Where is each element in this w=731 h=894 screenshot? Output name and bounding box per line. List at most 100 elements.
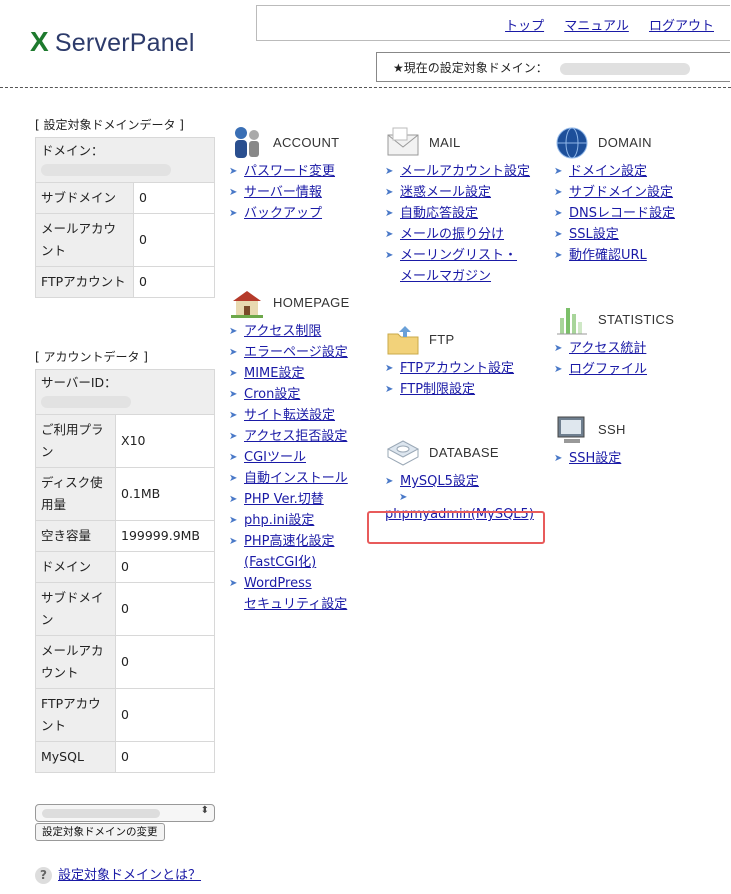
row-value: 0.1MB (115, 467, 215, 521)
link-access-limit[interactable]: アクセス制限 (244, 324, 321, 339)
change-domain-button[interactable]: 設定対象ドメインの変更 (35, 823, 165, 841)
row-key: サブドメイン (35, 182, 134, 214)
row-key: ディスク使用量 (35, 467, 116, 521)
row-key: FTPアカウント (35, 688, 116, 742)
link-mail-magazine[interactable]: メールマガジン (400, 269, 491, 284)
table-row: FTPアカウント 0 (35, 688, 215, 742)
row-key: メールアカウント (35, 213, 134, 267)
phpmyadmin-highlight-box (367, 511, 545, 544)
link-ssl-settings[interactable]: SSL設定 (569, 227, 619, 242)
link-auto-reply[interactable]: 自動応答設定 (400, 206, 478, 221)
link-spam[interactable]: 迷惑メール設定 (400, 185, 491, 200)
current-domain-value-redacted (559, 62, 690, 75)
link-php-ini[interactable]: php.ini設定 (244, 513, 314, 528)
database-icon (386, 440, 420, 466)
link-php-fastcgi[interactable]: PHP高速化設定 (244, 534, 334, 549)
current-domain-label: ★現在の設定対象ドメイン： (393, 61, 548, 75)
link-domain-settings[interactable]: ドメイン設定 (569, 164, 647, 179)
row-value: 0 (115, 688, 215, 742)
link-wordpress-security-2[interactable]: セキュリティ設定 (244, 597, 347, 612)
header: X ServerPanel トップ マニュアル ログアウト ★現在の設定対象ドメイ… (0, 0, 731, 88)
link-subdomain-settings[interactable]: サブドメイン設定 (569, 185, 673, 200)
link-cgi-tools[interactable]: CGIツール (244, 450, 306, 465)
link-mailing-list[interactable]: メーリングリスト・ (400, 248, 517, 263)
link-php-version[interactable]: PHP Ver.切替 (244, 492, 324, 507)
row-value: 0 (133, 266, 215, 298)
link-error-page[interactable]: エラーページ設定 (244, 345, 348, 360)
homepage-icon (231, 291, 263, 318)
section-account: ACCOUNT ➤ パスワード変更 ➤ サーバー情報 ➤ バックアップ (229, 125, 369, 224)
link-access-deny[interactable]: アクセス拒否設定 (244, 429, 347, 444)
logo[interactable]: X ServerPanel (30, 26, 195, 58)
nav-manual-link[interactable]: マニュアル (564, 19, 629, 34)
ftp-title: FTP (429, 332, 455, 347)
statistics-title: STATISTICS (598, 312, 675, 327)
link-check-url[interactable]: 動作確認URL (569, 248, 647, 263)
link-password-change[interactable]: パスワード変更 (244, 164, 335, 179)
row-key: 空き容量 (35, 520, 116, 552)
row-value: 0 (115, 635, 215, 689)
help-link[interactable]: 設定対象ドメインとは？ (58, 868, 201, 883)
row-value: 0 (115, 551, 215, 583)
row-value: 0 (115, 582, 215, 636)
row-key: ご利用プラン (35, 414, 116, 468)
link-cron[interactable]: Cron設定 (244, 387, 300, 402)
account-data-caption: [ アカウントデータ ] (35, 350, 148, 364)
statistics-chart-icon (557, 308, 587, 335)
top-nav: トップ マニュアル ログアウト (256, 5, 730, 41)
link-php-fastcgi-2[interactable]: (FastCGI化) (244, 555, 316, 570)
nav-top-link[interactable]: トップ (505, 19, 544, 34)
link-log-files[interactable]: ログファイル (569, 362, 647, 377)
domain-data-caption: [ 設定対象ドメインデータ ] (35, 118, 184, 132)
logo-x-icon: X (30, 26, 49, 57)
table-row: ご利用プラン X10 (35, 414, 215, 468)
question-icon: ? (35, 867, 52, 884)
row-value: 199999.9MB (115, 520, 215, 552)
link-ssh-settings[interactable]: SSH設定 (569, 451, 621, 466)
row-value: X10 (115, 414, 215, 468)
logo-text: ServerPanel (54, 29, 195, 57)
domain-select-value-redacted (42, 809, 160, 818)
globe-icon (556, 127, 588, 159)
nav-logout-link[interactable]: ログアウト (649, 19, 714, 34)
account-title: ACCOUNT (273, 135, 340, 150)
row-key: サブドメイン (35, 582, 116, 636)
domain-select[interactable]: ⬍ (35, 804, 215, 822)
row-key: ドメイン (35, 551, 116, 583)
link-mysql5-settings[interactable]: MySQL5設定 (400, 474, 479, 489)
current-domain-box: ★現在の設定対象ドメイン： (376, 52, 730, 82)
link-wordpress-security[interactable]: WordPress (244, 576, 312, 591)
link-dns-record[interactable]: DNSレコード設定 (569, 206, 675, 221)
link-mime[interactable]: MIME設定 (244, 366, 304, 381)
link-mail-filter[interactable]: メールの振り分け (400, 227, 504, 242)
link-auto-install[interactable]: 自動インストール (244, 471, 348, 486)
table-row: 空き容量 199999.9MB (35, 520, 215, 552)
link-backup[interactable]: バックアップ (244, 206, 322, 221)
homepage-title: HOMEPAGE (273, 295, 350, 310)
row-value: 0 (115, 741, 215, 773)
account-data-panel: [ アカウントデータ ] サーバーID： ご利用プラン X10 ディスク使用量 0.… (35, 348, 215, 773)
domain-data-panel: [ 設定対象ドメインデータ ] ドメイン： サブドメイン 0 メールアカウント 0 … (35, 116, 215, 298)
server-id-value-redacted (41, 395, 131, 408)
link-ftp-account[interactable]: FTPアカウント設定 (400, 361, 514, 376)
domain-value-redacted (41, 163, 171, 176)
link-access-stats[interactable]: アクセス統計 (569, 341, 646, 356)
table-row: メールアカウント 0 (35, 213, 215, 267)
domain-data-table: ドメイン： サブドメイン 0 メールアカウント 0 FTPアカウント 0 (35, 137, 215, 298)
ssh-terminal-icon (557, 416, 585, 443)
link-ftp-limit[interactable]: FTP制限設定 (400, 382, 475, 397)
account-icon (235, 127, 259, 158)
section-ssh: SSH ➤ SSH設定 (554, 412, 724, 469)
link-site-forward[interactable]: サイト転送設定 (244, 408, 335, 423)
section-ftp: FTP ➤ FTPアカウント設定 ➤ FTP制限設定 (385, 322, 545, 400)
domain-cell: ドメイン： (35, 137, 215, 183)
link-mail-account[interactable]: メールアカウント設定 (400, 164, 530, 179)
section-homepage: HOMEPAGE ➤ アクセス制限 ➤ エラーページ設定 ➤ MIME設定 ➤ Cron… (229, 285, 374, 615)
table-row: メールアカウント 0 (35, 635, 215, 689)
table-row: ディスク使用量 0.1MB (35, 467, 215, 521)
select-arrows-icon: ⬍ (200, 805, 209, 816)
server-id-cell: サーバーID： (35, 369, 215, 415)
row-key: メールアカウント (35, 635, 116, 689)
link-server-info[interactable]: サーバー情報 (244, 185, 322, 200)
table-row: FTPアカウント 0 (35, 266, 215, 298)
